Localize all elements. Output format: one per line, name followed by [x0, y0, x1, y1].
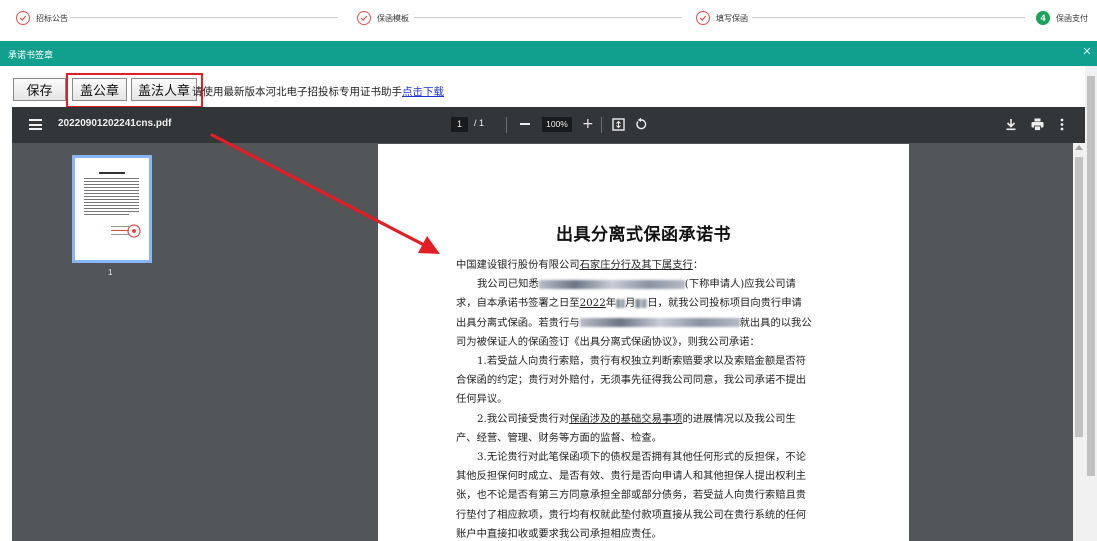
step-4-label: 保函支付 — [1056, 13, 1088, 23]
panel-header: 承诺书签章 ✕ — [0, 41, 1097, 66]
fit-page-icon[interactable] — [612, 118, 625, 131]
check-circle-icon — [696, 11, 710, 25]
step-1[interactable]: 招标公告 — [16, 10, 68, 26]
page-scrollbar[interactable] — [1085, 66, 1097, 541]
cert-helper-hint: 请使用最新版本河北电子招投标专用证书助手点击下载 — [192, 84, 444, 99]
redacted-text — [538, 279, 685, 289]
redacted-text — [616, 298, 626, 308]
step-4[interactable]: 4 保函支付 — [1036, 10, 1088, 26]
progress-stepper: 招标公告 保函模板 填写保函 4 保函支付 — [0, 0, 1097, 38]
step-2[interactable]: 保函模板 — [357, 10, 409, 26]
page-number-input[interactable]: 1 — [451, 117, 468, 132]
annotation-highlight-box — [66, 73, 203, 108]
pdf-page: 出具分离式保函承诺书 中国建设银行股份有限公司石家庄分行及其下属支行： 我公司已… — [378, 144, 909, 541]
pdf-filename: 20220901202241cns.pdf — [58, 118, 172, 129]
paragraph-line: 2.我公司接受贵行对保函涉及的基础交易事项的进展情况以及我公司生 — [477, 412, 796, 425]
check-circle-icon — [16, 11, 30, 25]
paragraph-line: 司为被保证人的保函签订《出具分离式保函协议》，则我公司承诺： — [456, 335, 760, 348]
document-body: 中国建设银行股份有限公司石家庄分行及其下属支行： 我公司已知悉 (下称申请人)应我… — [456, 256, 836, 541]
paragraph-line: 张，也不论是否有第三方同意承担全部或部分债务，若受益人向贵行索赔且贵 — [456, 489, 807, 502]
download-icon[interactable] — [1005, 118, 1017, 131]
page-total: / 1 — [474, 118, 485, 128]
paragraph-line: 行垫付了相应款项，贵行均有权就此垫付款项直接从我公司在贵行系统的任何 — [456, 508, 807, 521]
page-scroll-thumb[interactable] — [1087, 76, 1095, 476]
toolbar-divider — [601, 117, 602, 133]
step-4-number-icon: 4 — [1036, 11, 1050, 25]
scroll-up-arrow-icon[interactable] — [1075, 145, 1083, 150]
paragraph-line: 1.若受益人向贵行索赔，贵行有权独立判断索赔要求以及索赔金额是否符 — [477, 355, 807, 368]
zoom-out-icon[interactable] — [520, 123, 530, 125]
toolbar-divider — [506, 117, 507, 133]
step-connector — [70, 17, 338, 18]
addressee-line: 中国建设银行股份有限公司石家庄分行及其下属支行： — [456, 259, 704, 271]
step-3[interactable]: 填写保函 — [696, 10, 748, 26]
close-icon[interactable]: ✕ — [1081, 46, 1093, 58]
thumbnail-preview — [84, 172, 141, 238]
page-thumbnail[interactable] — [72, 155, 152, 263]
redacted-text — [635, 298, 648, 308]
paragraph-line: 合保函的约定；贵行对外赔付，无须事先征得我公司同意，我公司承诺不提出 — [456, 374, 807, 387]
panel-title: 承诺书签章 — [8, 50, 54, 60]
more-options-icon[interactable] — [1060, 118, 1064, 131]
step-connector — [752, 17, 1025, 18]
hint-text: 请使用最新版本河北电子招投标专用证书助手 — [192, 86, 402, 98]
paragraph-line: 其他反担保何时成立、是否有效、贵行是否向申请人和其他担保人提出权利主 — [456, 470, 807, 483]
paragraph-line: 出具分离式保函。若贵行与 就出具的以我公 — [456, 316, 812, 329]
step-3-label: 填写保函 — [716, 13, 748, 23]
rotate-icon[interactable] — [634, 117, 648, 131]
zoom-in-icon[interactable]: + — [582, 116, 594, 132]
step-2-label: 保函模板 — [377, 13, 409, 23]
redacted-text — [579, 318, 740, 328]
menu-icon[interactable] — [29, 119, 42, 130]
scroll-thumb[interactable] — [1075, 157, 1083, 437]
paragraph-line: 求，自本承诺书签署之日至2022年月日，就我公司投标项目向贵行申请 — [456, 297, 802, 310]
paragraph-line: 产、经营、管理、财务等方面的监督、检查。 — [456, 431, 662, 444]
step-1-label: 招标公告 — [36, 13, 68, 23]
paragraph-line: 任何异议。 — [456, 393, 508, 406]
paragraph-line: 我公司已知悉 (下称申请人)应我公司请 — [477, 278, 796, 291]
pdf-viewer: 20220901202241cns.pdf 1 / 1 100% + 1 出具分… — [12, 107, 1085, 541]
print-icon[interactable] — [1031, 118, 1044, 131]
download-link[interactable]: 点击下载 — [402, 86, 444, 98]
pdf-toolbar: 20220901202241cns.pdf 1 / 1 100% + — [12, 107, 1085, 143]
step-connector — [414, 17, 682, 18]
thumbnail-page-number: 1 — [108, 268, 113, 277]
save-button[interactable]: 保存 — [13, 78, 66, 101]
zoom-level-input[interactable]: 100% — [542, 117, 572, 132]
check-circle-icon — [357, 11, 371, 25]
pdf-scrollbar[interactable] — [1073, 143, 1085, 541]
document-title: 出具分离式保函承诺书 — [556, 225, 731, 245]
paragraph-line: 账户中直接扣收或要求我公司承担相应责任。 — [456, 527, 662, 540]
paragraph-line: 3.无论贵行对此笔保函项下的债权是否拥有其他任何形式的反担保，不论 — [477, 451, 807, 464]
